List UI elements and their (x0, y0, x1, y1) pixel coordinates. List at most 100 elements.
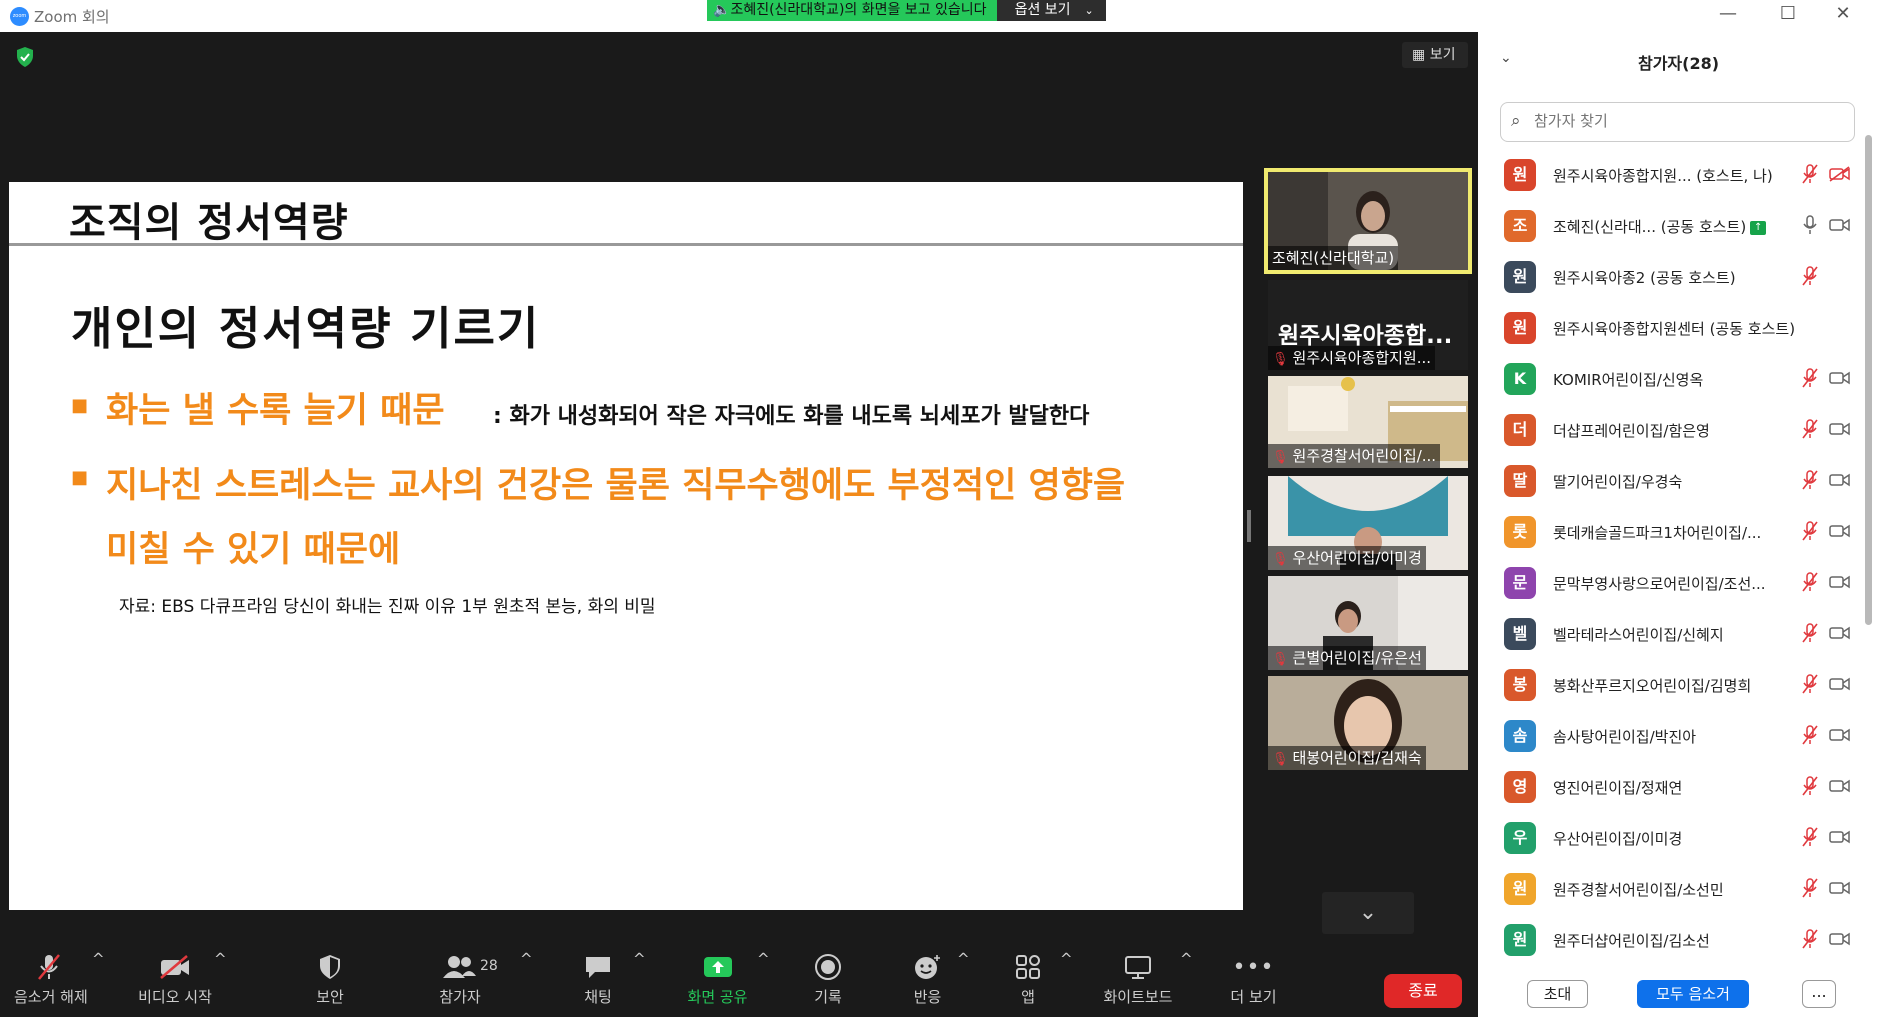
participant-search[interactable]: ⌕ (1500, 102, 1855, 142)
video-off-icon[interactable] (1829, 166, 1851, 182)
participant-row[interactable]: 조 조혜진(신라대... (공동 호스트) ↑ (1478, 201, 1873, 252)
mute-all-button[interactable]: 모두 음소거 (1637, 980, 1749, 1008)
participant-row[interactable]: 원 원주시육아종합지원... (호스트, 나) (1478, 150, 1873, 201)
tile-name: 🎙 원주시육아종합지원... (1268, 346, 1436, 370)
video-tile[interactable]: 🎙 태봉어린이집/김재숙 (1268, 676, 1468, 770)
security-button[interactable]: 보안 (305, 950, 355, 1007)
reactions-options-caret[interactable]: ^ (957, 950, 970, 968)
audio-options-caret[interactable]: ^ (92, 950, 105, 968)
more-button[interactable]: ••• 더 보기 (1226, 950, 1281, 1007)
video-tile[interactable]: 조혜진(신라대학교) (1264, 168, 1472, 274)
participant-row[interactable]: 더 더샵프레어린이집/함은영 (1478, 405, 1873, 456)
share-options-caret[interactable]: ^ (757, 950, 770, 968)
video-icon[interactable] (1829, 472, 1851, 488)
participant-row[interactable]: 롯 롯데캐슬골드파크1차어린이집/... (1478, 507, 1873, 558)
mic-icon[interactable] (1801, 215, 1819, 235)
mic-muted-icon[interactable] (1801, 164, 1819, 184)
whiteboard-button[interactable]: 화이트보드 (1098, 950, 1178, 1007)
resize-handle[interactable] (1247, 510, 1251, 542)
mic-muted-icon[interactable] (1801, 725, 1819, 745)
chevron-down-icon[interactable]: ⌄ (1500, 50, 1512, 66)
start-video-button[interactable]: 비디오 시작 (130, 950, 220, 1007)
video-options-caret[interactable]: ^ (214, 950, 227, 968)
meeting-toolbar: 음소거 해제 ^ 비디오 시작 ^ 보안 28 참가자 ^ 채팅 ^ 화면 공유… (0, 950, 1476, 1017)
mic-muted-icon[interactable] (1801, 572, 1819, 592)
share-screen-button[interactable]: 화면 공유 (680, 950, 755, 1007)
video-icon[interactable] (1829, 880, 1851, 896)
participant-status-icons (1801, 776, 1873, 798)
participants-button[interactable]: 28 참가자 (430, 950, 498, 1007)
close-button[interactable]: ✕ (1815, 0, 1871, 30)
video-icon[interactable] (1829, 574, 1851, 590)
participant-row[interactable]: 딸 딸기어린이집/우경숙 (1478, 456, 1873, 507)
video-icon[interactable] (1829, 727, 1851, 743)
unmute-button[interactable]: 음소거 해제 (14, 950, 88, 1007)
mic-muted-icon[interactable] (1801, 623, 1819, 643)
mic-muted-icon[interactable] (1801, 521, 1819, 541)
end-meeting-button[interactable]: 종료 (1384, 974, 1462, 1008)
video-tile[interactable]: 🎙 원주경찰서어린이집/... (1268, 376, 1468, 468)
participant-row[interactable]: K KOMIR어린이집/신영옥 (1478, 354, 1873, 405)
view-button[interactable]: ▦ 보기 (1402, 42, 1468, 68)
mic-muted-icon[interactable] (1801, 368, 1819, 388)
participant-row[interactable]: 봉 봉화산푸르지오어린이집/김명희 (1478, 660, 1873, 711)
mic-muted-icon[interactable] (1801, 827, 1819, 847)
search-input[interactable] (1534, 112, 1834, 130)
participant-row[interactable]: 영 영진어린이집/정재연 (1478, 762, 1873, 813)
participant-row[interactable]: 우 우산어린이집/이미경 (1478, 813, 1873, 864)
participant-row[interactable]: 원 원주더샵어린이집/김소선 (1478, 915, 1873, 966)
video-tile[interactable]: 🎙 우산어린이집/이미경 (1268, 476, 1468, 570)
participant-name: KOMIR어린이집/신영옥 (1553, 371, 1704, 389)
video-icon[interactable] (1829, 625, 1851, 641)
participant-row[interactable]: 벨 벨라테라스어린이집/신혜지 (1478, 609, 1873, 660)
mic-muted-icon[interactable] (1801, 419, 1819, 439)
mic-muted-icon[interactable] (1801, 878, 1819, 898)
whiteboard-options-caret[interactable]: ^ (1180, 950, 1193, 968)
participant-row[interactable]: 원 원주경찰서어린이집/소선민 (1478, 864, 1873, 915)
video-tile[interactable]: 원주시육아종합... 🎙 원주시육아종합지원... (1268, 280, 1468, 370)
video-icon[interactable] (1829, 421, 1851, 437)
video-icon[interactable] (1829, 217, 1851, 233)
apps-button[interactable]: 앱 (1008, 950, 1048, 1007)
video-icon[interactable] (1829, 778, 1851, 794)
minimize-button[interactable]: — (1700, 0, 1756, 30)
participant-status-icons (1801, 470, 1873, 492)
participant-name: 원주시육아종합지원... (호스트, 나) (1553, 167, 1773, 185)
gallery-next-button[interactable]: ⌄ (1322, 892, 1414, 934)
security-shield-icon[interactable] (14, 46, 36, 68)
participant-row[interactable]: 솜 솜사탕어린이집/박진아 (1478, 711, 1873, 762)
mic-muted-icon[interactable] (1801, 929, 1819, 949)
chat-options-caret[interactable]: ^ (633, 950, 646, 968)
mic-muted-icon: 🎙 (1272, 652, 1289, 667)
participant-list: 원 원주시육아종합지원... (호스트, 나) 조 조혜진(신라대... (공동 호스… (1478, 150, 1873, 966)
mic-muted-icon[interactable] (1801, 776, 1819, 796)
video-icon[interactable] (1829, 829, 1851, 845)
video-off-icon (130, 950, 220, 984)
participant-status-icons (1801, 929, 1873, 951)
invite-button[interactable]: 초대 (1527, 980, 1588, 1008)
maximize-button[interactable]: ☐ (1760, 0, 1816, 30)
participant-row[interactable]: 원 원주시육아종2 (공동 호스트) (1478, 252, 1873, 303)
apps-options-caret[interactable]: ^ (1060, 950, 1073, 968)
reactions-button[interactable]: 반응 (905, 950, 950, 1007)
video-icon[interactable] (1829, 523, 1851, 539)
chat-button[interactable]: 채팅 (578, 950, 618, 1007)
mic-muted-icon[interactable] (1801, 470, 1819, 490)
mic-muted-icon[interactable] (1801, 674, 1819, 694)
participant-row[interactable]: 원 원주시육아종합지원센터 (공동 호스트) (1478, 303, 1873, 354)
avatar: 롯 (1504, 516, 1536, 548)
view-options-button[interactable]: 옵션 보기 ⌄ (996, 0, 1106, 21)
avatar: 솜 (1504, 720, 1536, 752)
video-icon[interactable] (1829, 676, 1851, 692)
record-button[interactable]: 기록 (808, 950, 848, 1007)
participant-status-icons (1801, 164, 1873, 186)
video-icon[interactable] (1829, 931, 1851, 947)
video-icon[interactable] (1829, 370, 1851, 386)
participants-options-caret[interactable]: ^ (520, 950, 533, 968)
participant-row[interactable]: 문 문막부영사랑으로어린이집/조선... (1478, 558, 1873, 609)
avatar: 문 (1504, 567, 1536, 599)
video-tile[interactable]: 🎙 큰별어린이집/유은선 (1268, 576, 1468, 670)
more-options-button[interactable]: ... (1802, 980, 1836, 1008)
mic-muted-icon[interactable] (1801, 266, 1819, 286)
panel-scrollbar[interactable] (1865, 135, 1872, 625)
